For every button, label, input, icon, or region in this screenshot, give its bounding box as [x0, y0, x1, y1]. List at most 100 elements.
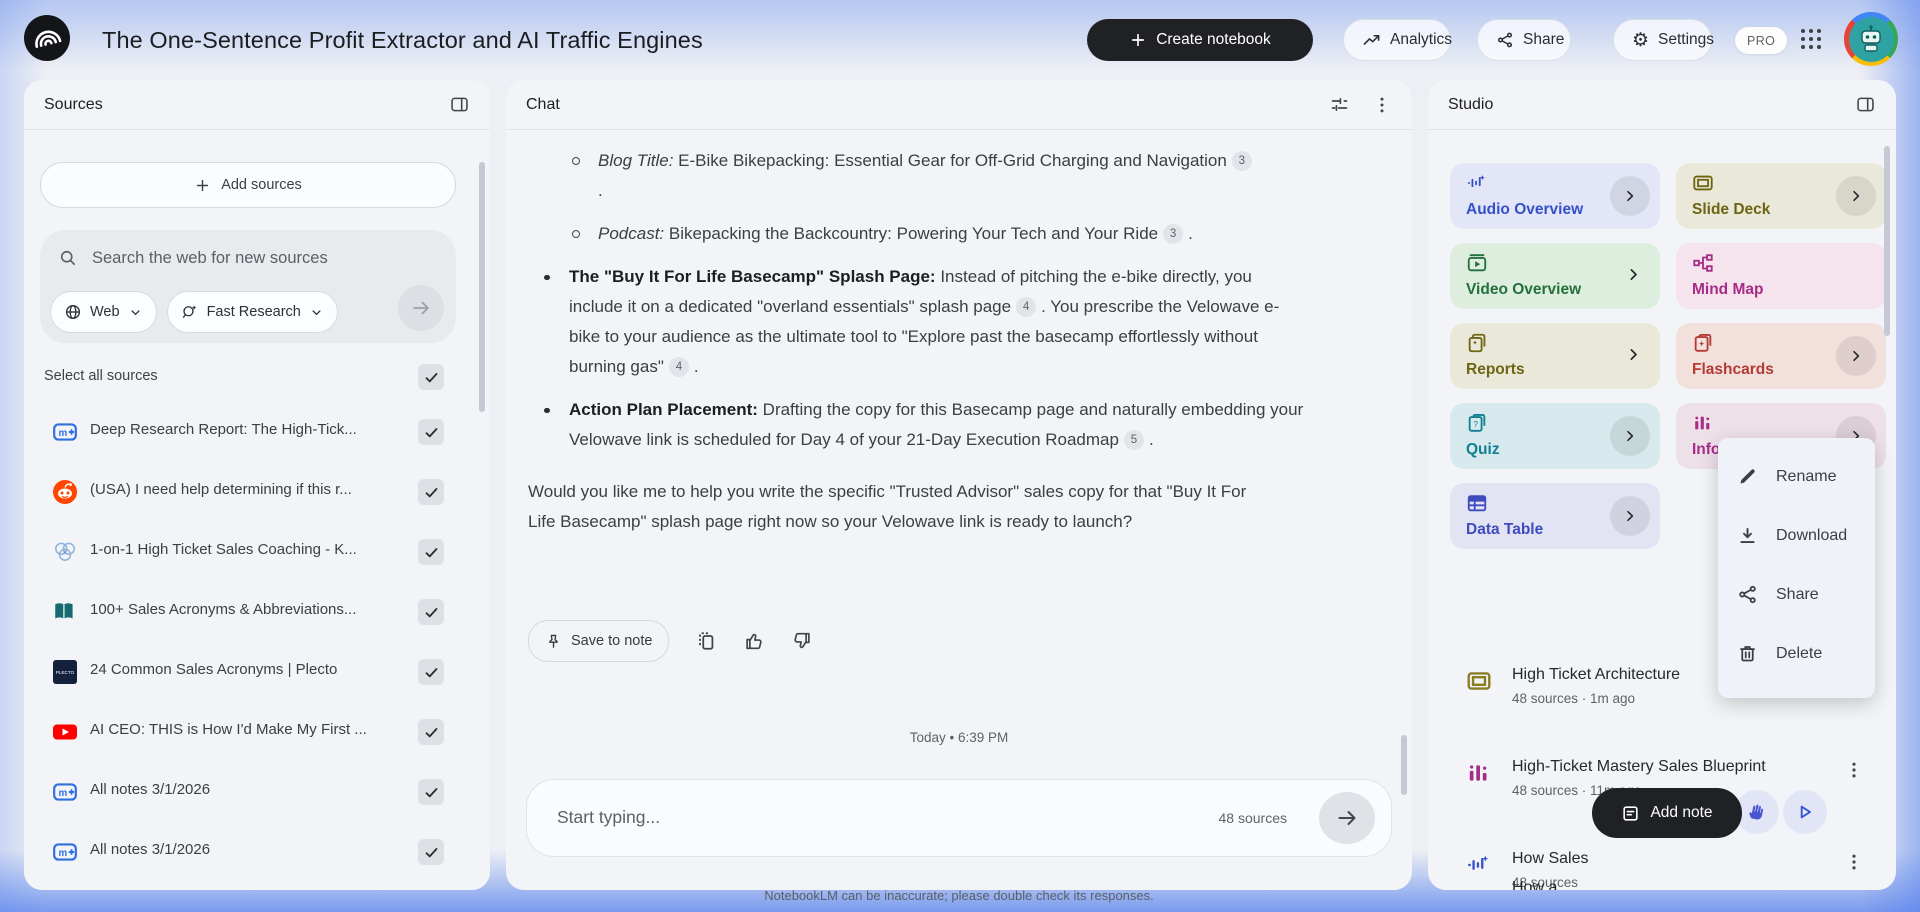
chevron-right-icon[interactable] [1836, 336, 1876, 376]
studio-panel-title: Studio [1448, 95, 1494, 113]
source-checkbox[interactable] [418, 599, 444, 625]
notebook-title: The One-Sentence Profit Extractor and AI… [102, 26, 703, 53]
copy-icon[interactable] [695, 630, 717, 652]
source-row[interactable]: m All notes 3/1/2026 [24, 762, 490, 822]
avatar-robot-image [1848, 16, 1894, 62]
source-row[interactable]: m Deep Research Report: The High-Tick... [24, 402, 490, 462]
chevron-right-icon[interactable] [1610, 496, 1650, 536]
source-row[interactable]: AI CEO: THIS is How I'd Make My First ..… [24, 702, 490, 762]
source-checkbox[interactable] [418, 539, 444, 565]
chevron-down-icon [309, 305, 324, 320]
thumbs-down-icon[interactable] [791, 630, 813, 652]
tile-quiz[interactable]: ? Quiz [1450, 403, 1660, 469]
pro-badge: PRO [1735, 27, 1788, 54]
source-row[interactable]: m All notes 3/1/2026 [24, 822, 490, 882]
web-source-dropdown[interactable]: Web [50, 291, 157, 333]
tile-data-table[interactable]: Data Table [1450, 483, 1660, 549]
thumbs-up-icon[interactable] [743, 630, 765, 652]
note-icon [1621, 804, 1640, 823]
globe-icon [64, 303, 82, 321]
tile-audio-overview[interactable]: Audio Overview [1450, 163, 1660, 229]
pencil-icon [1737, 466, 1758, 487]
notebooklm-note-icon: m [52, 839, 78, 865]
flashcards-icon [1692, 332, 1714, 354]
menu-item-share[interactable]: Share [1718, 565, 1875, 624]
studio-scrollbar[interactable] [1884, 146, 1890, 336]
chat-more-menu-icon[interactable] [1372, 95, 1392, 115]
user-avatar[interactable] [1844, 12, 1898, 66]
source-row[interactable]: 100+ Sales Acronyms & Abbreviations... [24, 582, 490, 642]
citation-chip[interactable]: 3 [1231, 151, 1252, 171]
search-submit-button[interactable] [398, 285, 444, 331]
chat-input[interactable]: Start typing... 48 sources [526, 779, 1392, 857]
citation-chip[interactable]: 3 [1163, 224, 1184, 244]
chat-message: Blog Title: E-Bike Bikepacking: Essentia… [528, 146, 1328, 537]
create-notebook-button[interactable]: Create notebook [1087, 19, 1313, 61]
apps-grid-icon[interactable] [1801, 29, 1827, 53]
app-header: The One-Sentence Profit Extractor and AI… [0, 0, 1920, 80]
chevron-right-icon[interactable] [1625, 346, 1642, 363]
source-row[interactable]: PLECTO 24 Common Sales Acronyms | Plecto [24, 642, 490, 702]
chat-settings-icon[interactable] [1329, 94, 1350, 115]
slide-deck-icon [1466, 668, 1492, 694]
svg-text:m: m [59, 788, 68, 799]
tile-flashcards[interactable]: Flashcards [1676, 323, 1886, 389]
chat-input-placeholder: Start typing... [557, 807, 661, 827]
chevron-right-icon[interactable] [1836, 176, 1876, 216]
menu-item-delete[interactable]: Delete [1718, 624, 1875, 683]
chevron-right-icon[interactable] [1610, 176, 1650, 216]
tile-video-overview[interactable]: Video Overview [1450, 243, 1660, 309]
send-button[interactable] [1319, 792, 1375, 844]
sources-scrollbar[interactable] [479, 162, 485, 412]
tile-mind-map[interactable]: Mind Map [1676, 243, 1886, 309]
citation-chip[interactable]: 4 [668, 357, 689, 377]
chevron-right-icon[interactable] [1610, 416, 1650, 456]
collapse-panel-icon[interactable] [449, 94, 470, 115]
citation-chip[interactable]: 4 [1016, 297, 1037, 317]
chat-scrollbar[interactable] [1401, 735, 1407, 795]
notebooklm-logo-icon[interactable] [24, 15, 70, 61]
tile-slide-deck[interactable]: Slide Deck [1676, 163, 1886, 229]
source-checkbox[interactable] [418, 779, 444, 805]
select-all-sources-label: Select all sources [44, 368, 158, 384]
research-mode-dropdown[interactable]: Fast Research [166, 291, 338, 333]
chat-panel-title: Chat [526, 95, 560, 113]
source-checkbox[interactable] [418, 419, 444, 445]
data-table-icon [1466, 492, 1488, 514]
chevron-right-icon[interactable] [1625, 266, 1642, 283]
share-button[interactable]: Share [1477, 19, 1571, 61]
save-to-note-button[interactable]: Save to note [528, 620, 670, 662]
menu-item-rename[interactable]: Rename [1718, 447, 1875, 506]
play-button[interactable] [1783, 790, 1827, 834]
trash-icon [1737, 643, 1758, 664]
mind-map-icon [1692, 252, 1714, 274]
source-row[interactable]: (USA) I need help determining if this r.… [24, 462, 490, 522]
studio-panel: Studio Audio Overview Slide Deck Video O… [1428, 80, 1896, 890]
pin-icon [545, 633, 562, 650]
infographic-icon [1692, 412, 1714, 434]
select-all-checkbox[interactable] [418, 364, 444, 390]
menu-item-download[interactable]: Download [1718, 506, 1875, 565]
collapse-panel-icon[interactable] [1855, 94, 1876, 115]
source-checkbox[interactable] [418, 479, 444, 505]
search-input[interactable]: Search the web for new sources [92, 249, 328, 268]
chat-panel: Chat Blog Title: E-Bike Bikepacking: Ess… [506, 80, 1412, 890]
source-row[interactable]: 1-on-1 High Ticket Sales Coaching - K... [24, 522, 490, 582]
source-checkbox[interactable] [418, 839, 444, 865]
audio-overview-icon [1466, 852, 1492, 878]
add-sources-button[interactable]: Add sources [40, 162, 456, 208]
add-note-button[interactable]: Add note [1592, 788, 1742, 838]
sources-panel: Sources Add sources Search the web for n… [24, 80, 490, 890]
hand-wave-icon [1746, 801, 1768, 823]
artifact-more-menu-icon[interactable] [1844, 760, 1864, 780]
artifact-more-menu-icon[interactable] [1844, 852, 1864, 872]
analytics-button[interactable]: Analytics [1343, 19, 1452, 61]
book-icon [52, 599, 78, 625]
svg-text:?: ? [1473, 420, 1478, 429]
tile-reports[interactable]: Reports [1450, 323, 1660, 389]
chat-timestamp: Today • 6:39 PM [909, 730, 1009, 745]
source-checkbox[interactable] [418, 719, 444, 745]
source-checkbox[interactable] [418, 659, 444, 685]
citation-chip[interactable]: 5 [1123, 430, 1144, 450]
settings-button[interactable]: ⚙ Settings [1613, 19, 1714, 61]
